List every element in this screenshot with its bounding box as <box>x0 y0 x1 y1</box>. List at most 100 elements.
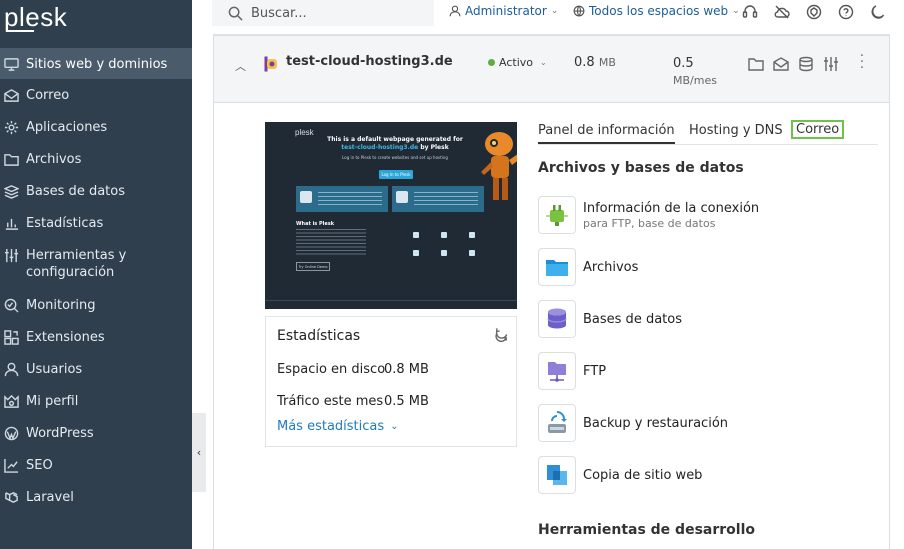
sidebar-item-archivos[interactable]: Archivos <box>0 143 192 175</box>
ftp-icon <box>538 352 576 390</box>
monitoring-icon <box>4 297 26 313</box>
help-icon[interactable] <box>838 4 854 20</box>
tool-description: para FTP, base de datos <box>583 216 716 230</box>
tool-backup[interactable]: Backup y restauración <box>538 403 868 443</box>
folder-icon <box>538 248 576 286</box>
subscriptions-label: Todos los espacios web <box>589 4 729 18</box>
section-dev-tools: Herramientas de desarrollo <box>538 522 755 538</box>
sidebar-item-monitoring[interactable]: Monitoring <box>0 289 192 321</box>
chevron-down-icon: ⌄ <box>732 6 740 16</box>
stat-traffic-row: Tráfico este mes 0.5 MB <box>277 394 429 409</box>
chevron-left-icon: ‹ <box>196 446 202 459</box>
sidebar-item-label: Aplicaciones <box>26 120 108 135</box>
sidebar-item-label: Monitoring <box>26 298 96 313</box>
domain-tabs: Panel de información Hosting y DNS Corre… <box>538 120 878 145</box>
tool-ftp[interactable]: FTP <box>538 351 868 391</box>
sidebar-item-label: SEO <box>26 458 53 473</box>
cloud-off-icon[interactable] <box>774 4 790 20</box>
tool-name: FTP <box>583 363 607 379</box>
sidebar-item-label: Herramientas y configuración <box>26 248 127 280</box>
chevron-down-icon: ⌄ <box>390 421 399 432</box>
user-icon <box>4 361 26 377</box>
preview-feature-icon <box>441 232 447 238</box>
backup-icon <box>538 404 576 442</box>
search-box[interactable] <box>212 0 434 26</box>
statistics-title: Estadísticas <box>277 328 361 344</box>
subscriptions-menu[interactable]: Todos los espacios web ⌄ <box>573 4 740 18</box>
sliders-icon[interactable] <box>823 56 839 72</box>
account-name: Administrator <box>465 4 547 18</box>
status-dropdown[interactable]: Activo ⌄ <box>488 56 547 69</box>
profile-icon <box>4 393 26 409</box>
database-icon[interactable] <box>798 56 814 72</box>
folder-icon[interactable] <box>748 56 764 72</box>
tab-hosting-dns[interactable]: Hosting y DNS <box>689 123 783 142</box>
sidebar-item-wordpress[interactable]: WordPress <box>0 417 192 449</box>
sidebar-item-correo[interactable]: Correo <box>0 79 192 111</box>
refresh-icon[interactable] <box>494 327 509 342</box>
preview-text-block <box>296 229 366 255</box>
stat-traffic-value: 0.5 MB <box>384 394 429 409</box>
mail-icon[interactable] <box>773 56 789 72</box>
chevron-up-icon[interactable]: ︿ <box>235 58 246 74</box>
globe-icon <box>573 5 585 17</box>
sidebar-nav: Sitios web y dominios Correo Aplicacione… <box>0 48 192 513</box>
preview-feature-icon <box>469 250 475 256</box>
sidebar-item-laravel[interactable]: Laravel <box>0 481 192 513</box>
sidebar-item-aplicaciones[interactable]: Aplicaciones <box>0 111 192 143</box>
plesk-logo[interactable]: plesk <box>4 2 67 33</box>
sidebar-item-extensiones[interactable]: Extensiones <box>0 321 192 353</box>
sidebar-item-label: Extensiones <box>26 330 105 345</box>
database-icon <box>4 183 26 199</box>
tool-name: Backup y restauración <box>583 415 729 431</box>
sidebar-item-sitios-web[interactable]: Sitios web y dominios <box>0 48 192 79</box>
sidebar-item-seo[interactable]: SEO <box>0 449 192 481</box>
sidebar-item-estadisticas[interactable]: Estadísticas <box>0 207 192 239</box>
shield-icon[interactable] <box>806 4 822 20</box>
tab-panel-informacion[interactable]: Panel de información <box>538 123 675 144</box>
preview-feature-icon <box>441 250 447 256</box>
account-menu[interactable]: Administrator ⌄ <box>449 4 558 18</box>
sidebar-item-label: Laravel <box>26 490 74 505</box>
sidebar-item-bases-de-datos[interactable]: Bases de datos <box>0 175 192 207</box>
domain-name[interactable]: test-cloud-hosting3.de <box>286 54 453 69</box>
preview-feature-icon <box>413 250 419 256</box>
status-label: Activo <box>499 56 533 69</box>
tab-correo[interactable]: Correo <box>790 120 845 139</box>
sidebar-item-herramientas[interactable]: Herramientas y configuración <box>0 239 192 289</box>
search-input[interactable] <box>251 5 431 21</box>
preview-login-button: Log In to Plesk <box>379 170 413 179</box>
disk-usage-value: 0.8 <box>574 55 595 70</box>
preview-subtitle: Log in to Plesk to create websites and s… <box>342 155 448 160</box>
preview-info-box <box>296 186 388 212</box>
seo-icon <box>4 457 26 473</box>
sidebar-item-label: WordPress <box>26 426 94 441</box>
sidebar-item-mi-perfil[interactable]: Mi perfil <box>0 385 192 417</box>
website-preview[interactable]: plesk This is a default webpage generate… <box>265 122 517 309</box>
sidebar: plesk Sitios web y dominios Correo Aplic… <box>0 0 192 549</box>
site-quick-actions <box>748 56 839 72</box>
sidebar-item-label: Archivos <box>26 152 82 167</box>
wordpress-icon <box>4 425 26 441</box>
disk-usage-unit: MB <box>598 56 616 69</box>
folder-icon <box>4 151 26 167</box>
dark-mode-icon[interactable] <box>870 4 886 20</box>
tool-name: Archivos <box>583 259 639 275</box>
tool-databases[interactable]: Bases de datos <box>538 299 868 339</box>
more-options-icon[interactable]: · · · <box>859 50 865 75</box>
preview-info-box <box>392 186 484 212</box>
support-icon[interactable] <box>742 4 758 20</box>
tool-website-copy[interactable]: Copia de sitio web <box>538 455 868 495</box>
domain-panel: ︿ test-cloud-hosting3.de Activo ⌄ 0.8 MB… <box>213 35 890 549</box>
tool-files[interactable]: Archivos <box>538 247 868 287</box>
site-row: ︿ test-cloud-hosting3.de Activo ⌄ 0.8 MB… <box>214 36 889 103</box>
tool-connection-info[interactable]: Información de la conexión para FTP, bas… <box>538 195 868 235</box>
top-bar: Administrator ⌄ Todos los espacios web ⌄ <box>212 0 904 26</box>
laravel-icon <box>4 489 26 505</box>
sidebar-collapse-handle[interactable]: ‹ <box>192 413 206 492</box>
sidebar-item-usuarios[interactable]: Usuarios <box>0 353 192 385</box>
stat-disk-value: 0.8 MB <box>384 362 429 377</box>
more-statistics-link[interactable]: Más estadísticas ⌄ <box>277 419 399 434</box>
bar-chart-icon <box>4 215 26 231</box>
tool-name: Copia de sitio web <box>583 467 703 483</box>
